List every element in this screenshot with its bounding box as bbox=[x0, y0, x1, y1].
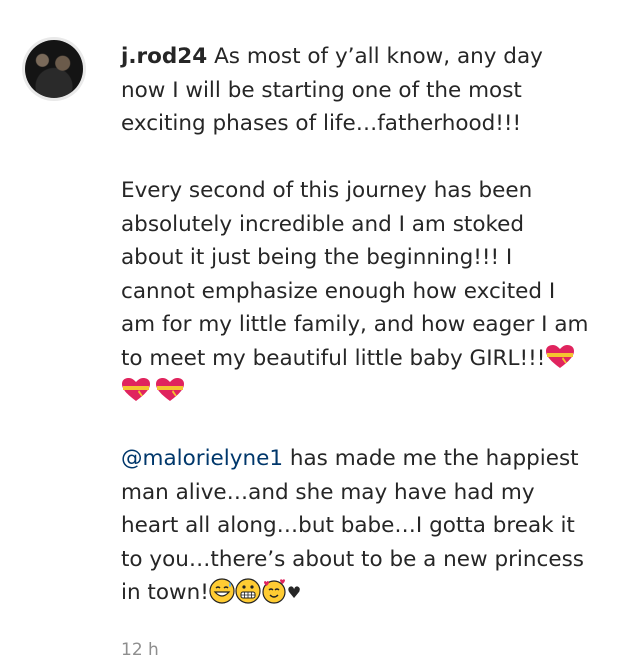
smiling-hearts-emoji bbox=[262, 579, 286, 604]
comment-body: j.rod24 As most of y’all know, any day n… bbox=[121, 40, 591, 610]
mention-link[interactable]: @malorielyne1 bbox=[121, 446, 283, 471]
grinning-sweat-emoji bbox=[209, 578, 235, 604]
avatar-photo bbox=[25, 40, 83, 98]
comment-paragraph-1: j.rod24 As most of y’all know, any day n… bbox=[121, 40, 591, 141]
comment-text-2: Every second of this journey has been ab… bbox=[121, 178, 589, 371]
username-link[interactable]: j.rod24 bbox=[121, 44, 207, 69]
comment-paragraph-3: @malorielyne1 has made me the happiest m… bbox=[121, 442, 591, 610]
heart-with-ribbon-icon bbox=[546, 344, 575, 368]
comment-timestamp[interactable]: 12 h bbox=[121, 640, 159, 660]
avatar[interactable] bbox=[22, 37, 86, 101]
heart-with-ribbon-icon bbox=[156, 378, 184, 401]
heart-with-ribbon-icon bbox=[122, 378, 150, 401]
comment: j.rod24 As most of y’all know, any day n… bbox=[0, 0, 624, 669]
grimacing-emoji bbox=[235, 578, 261, 604]
black-heart-icon: ♥ bbox=[286, 583, 302, 602]
comment-paragraph-2: Every second of this journey has been ab… bbox=[121, 174, 591, 409]
